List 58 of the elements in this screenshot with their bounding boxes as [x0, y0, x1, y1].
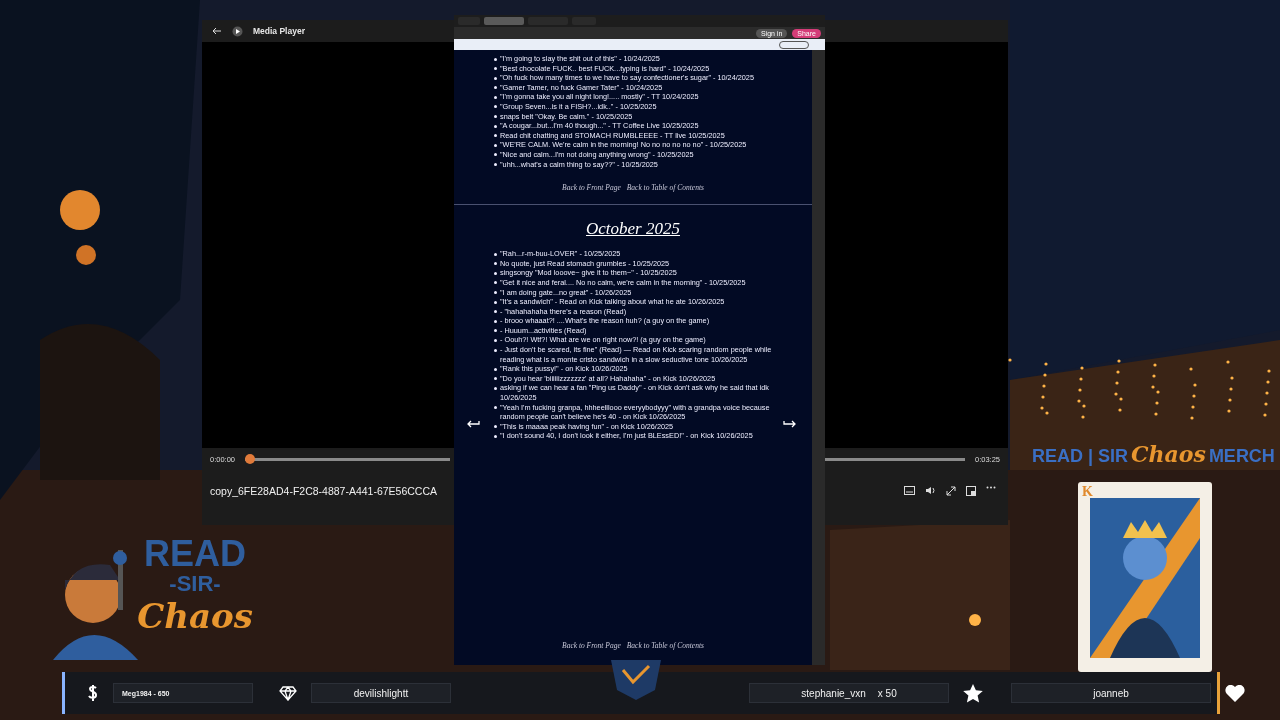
- bullet-icon: [494, 310, 497, 314]
- bullet-icon: [494, 367, 497, 371]
- redo-arrow-icon[interactable]: [783, 420, 797, 429]
- bullet-icon: [494, 67, 497, 71]
- seek-thumb[interactable]: [245, 454, 256, 464]
- merch-label: MERCH: [1208, 446, 1275, 467]
- bullet-icon: [494, 319, 497, 323]
- bullet-icon: [494, 425, 497, 429]
- bullet-icon: [494, 153, 497, 157]
- bullet-icon: [494, 163, 497, 167]
- subtitles-icon[interactable]: [904, 486, 915, 495]
- bullet-icon: [494, 252, 497, 256]
- diamond-icon: [279, 685, 297, 701]
- bullet-icon: [494, 281, 497, 285]
- star-icon: [963, 683, 983, 703]
- logo-read: READ: [144, 536, 246, 572]
- bullet-icon: [494, 338, 497, 342]
- bullet-icon: [494, 105, 497, 109]
- month-heading: October 2025: [585, 219, 681, 240]
- more-icon[interactable]: [986, 486, 996, 489]
- heart-icon: [1225, 684, 1245, 702]
- file-name: copy_6FE28AD4-F2C8-4887-A441-67E56CCCA: [210, 485, 438, 497]
- mini-player-icon[interactable]: [966, 486, 976, 496]
- bullet-icon: [494, 86, 497, 90]
- alert-name: devilishlightt: [353, 687, 409, 699]
- bullet-icon: [494, 262, 497, 266]
- bullet-icon: [494, 300, 497, 304]
- bullet-icon: [494, 377, 497, 381]
- bullet-icon: [494, 134, 497, 138]
- card-rank: K: [1082, 484, 1093, 500]
- merch-title: READ | SIR: [1032, 446, 1129, 467]
- back-arrow-icon[interactable]: [212, 27, 222, 35]
- bullet-icon: [494, 95, 497, 99]
- fullscreen-icon[interactable]: [946, 486, 956, 496]
- undo-arrow-icon[interactable]: [466, 420, 480, 429]
- logo-chaos: Chaos: [137, 596, 253, 636]
- bullet-icon: [494, 271, 497, 275]
- bullet-icon: [494, 124, 497, 128]
- alert-count: x 50: [877, 687, 897, 699]
- bullet-icon: [494, 143, 497, 147]
- bullet-icon: [494, 291, 497, 294]
- bullet-icon: [494, 329, 497, 333]
- seek-track[interactable]: [824, 457, 965, 461]
- alert-name: stephanie_vxn: [801, 687, 866, 699]
- volume-icon[interactable]: [925, 486, 936, 495]
- dollar-icon: [87, 684, 99, 702]
- bullet-icon: [494, 115, 497, 119]
- merch-script-title: Chaos: [1131, 441, 1206, 467]
- alert-name: joanneb: [1093, 687, 1129, 699]
- bullet-icon: [494, 57, 497, 61]
- logo-sir: -SIR-: [169, 572, 221, 596]
- bullet-icon: [494, 406, 497, 410]
- window-title: Media Player: [253, 26, 305, 36]
- bullet-icon: [494, 348, 497, 352]
- play-icon: [232, 25, 243, 37]
- bullet-icon: [494, 386, 497, 390]
- bullet-icon: [494, 434, 497, 438]
- bullet-icon: [494, 76, 497, 80]
